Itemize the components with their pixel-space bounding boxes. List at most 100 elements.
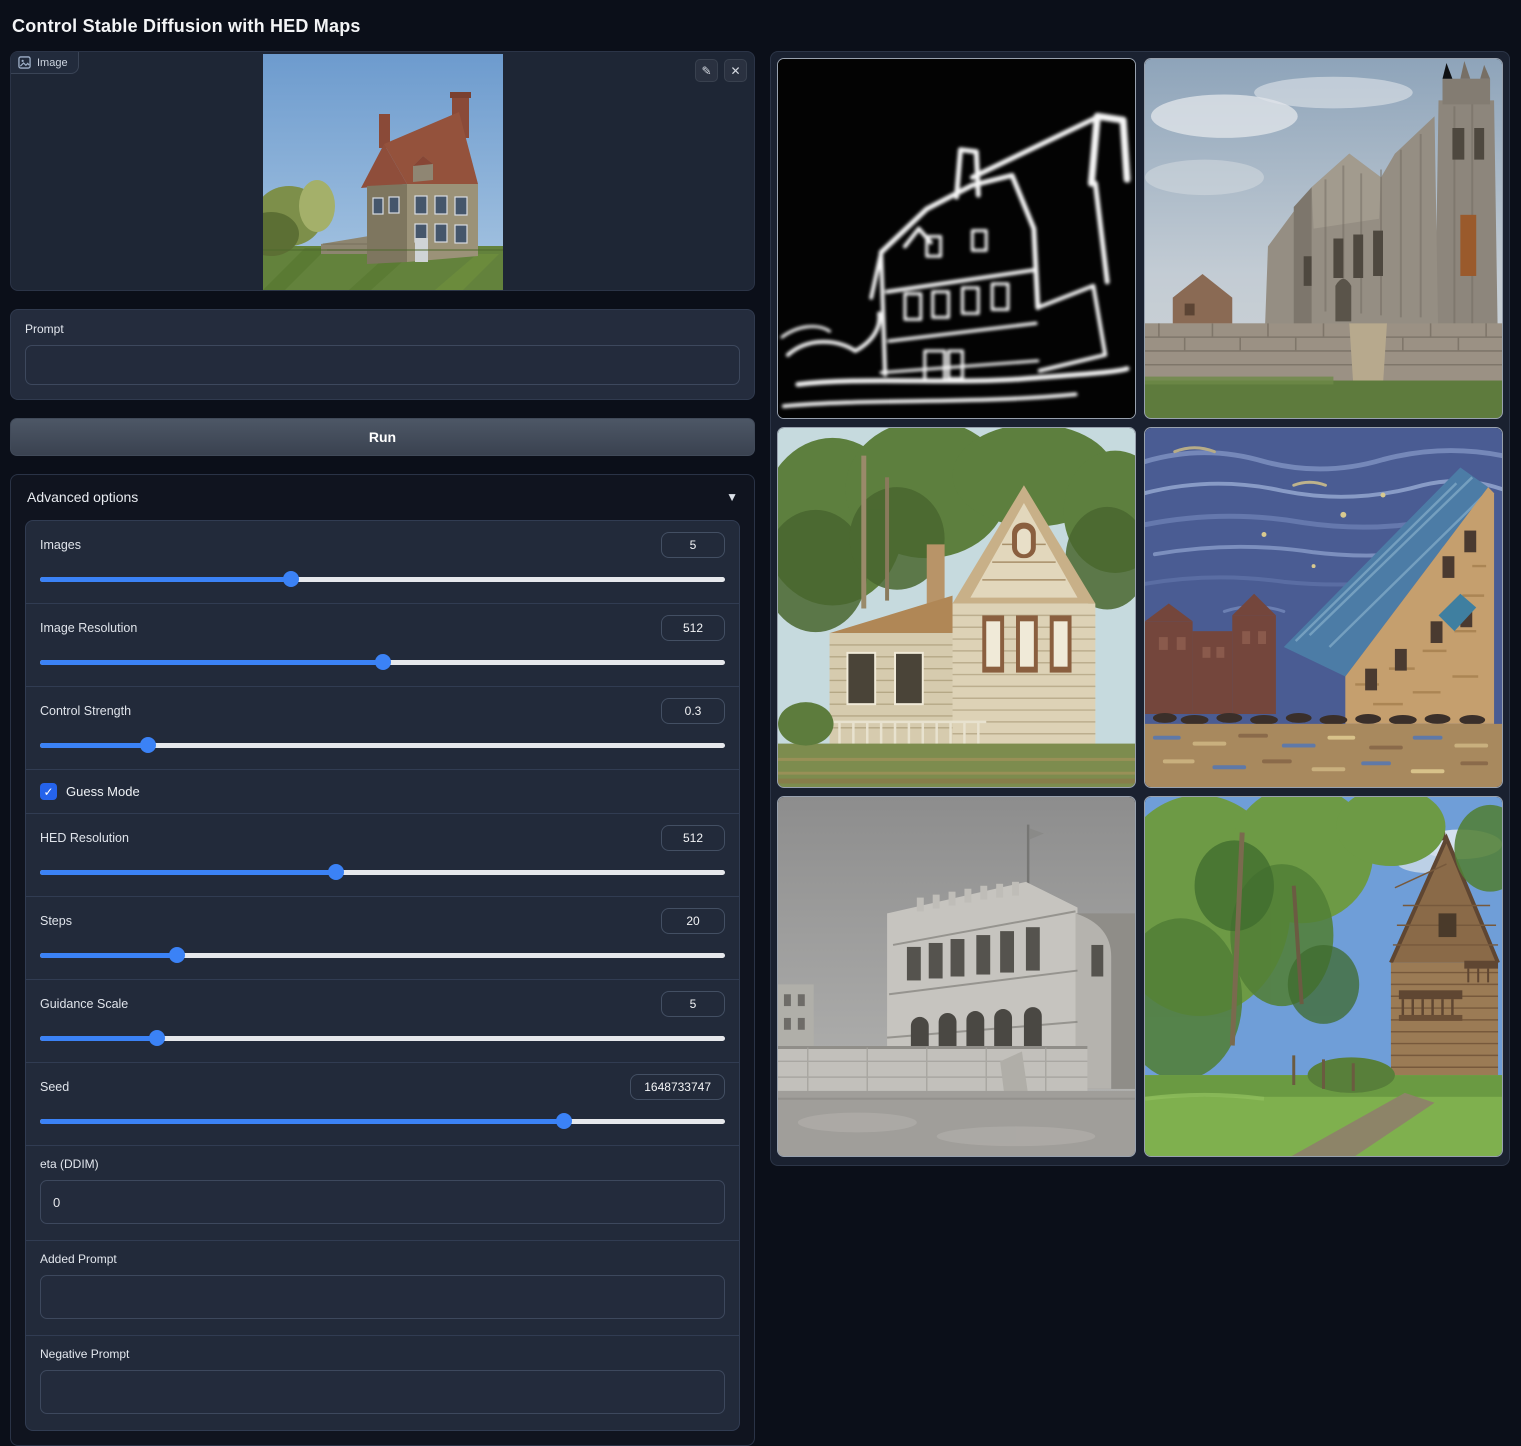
guidance-scale-label: Guidance Scale	[40, 997, 128, 1011]
hed-resolution-label: HED Resolution	[40, 831, 129, 845]
slider-thumb[interactable]	[169, 947, 185, 963]
slider-fill	[40, 953, 177, 958]
eta-label: eta (DDIM)	[40, 1157, 725, 1171]
guidance-scale-slider[interactable]	[40, 1030, 725, 1046]
slider-thumb[interactable]	[328, 864, 344, 880]
negative-prompt-input[interactable]	[40, 1370, 725, 1414]
image-actions: ✎ ✕	[695, 59, 747, 82]
slider-track	[40, 577, 725, 582]
image-resolution-label: Image Resolution	[40, 621, 137, 635]
images-slider[interactable]	[40, 571, 725, 587]
left-column: Image ✎ ✕	[10, 51, 755, 1446]
slider-row-seed: Seed 1648733747	[26, 1063, 739, 1146]
gallery-item-cathedral[interactable]	[1144, 58, 1503, 419]
chevron-down-icon: ▼	[726, 490, 738, 504]
slider-fill	[40, 743, 148, 748]
steps-value-input[interactable]: 20	[661, 908, 725, 934]
slider-row-steps: Steps 20	[26, 897, 739, 980]
slider-thumb[interactable]	[283, 571, 299, 587]
hed-resolution-slider[interactable]	[40, 864, 725, 880]
close-icon: ✕	[730, 65, 740, 77]
rustic-house-image	[1145, 797, 1502, 1156]
guess-mode-label: Guess Mode	[66, 784, 140, 799]
bw-building-image	[778, 797, 1135, 1156]
slider-track	[40, 660, 725, 665]
advanced-options-title: Advanced options	[27, 489, 138, 505]
wooden-house-image	[778, 428, 1135, 787]
run-button[interactable]: Run	[10, 418, 755, 456]
gallery-item-wooden-house[interactable]	[777, 427, 1136, 788]
steps-slider[interactable]	[40, 947, 725, 963]
edit-image-button[interactable]: ✎	[695, 59, 718, 82]
seed-label: Seed	[40, 1080, 69, 1094]
negative-prompt-label: Negative Prompt	[40, 1347, 725, 1361]
slider-row-hed-resolution: HED Resolution 512	[26, 814, 739, 897]
added-prompt-label: Added Prompt	[40, 1252, 725, 1266]
image-input-panel[interactable]: Image ✎ ✕	[10, 51, 755, 291]
impressionist-image	[1145, 428, 1502, 787]
slider-track	[40, 870, 725, 875]
page-title: Control Stable Diffusion with HED Maps	[10, 0, 1511, 51]
prompt-label: Prompt	[25, 322, 740, 336]
slider-track	[40, 1036, 725, 1041]
eta-row: eta (DDIM)	[26, 1146, 739, 1241]
added-prompt-input[interactable]	[40, 1275, 725, 1319]
slider-track	[40, 743, 725, 748]
check-icon: ✓	[43, 786, 53, 798]
slider-thumb[interactable]	[375, 654, 391, 670]
gallery-item-hed-map[interactable]	[777, 58, 1136, 419]
hed-resolution-value-input[interactable]: 512	[661, 825, 725, 851]
image-resolution-slider[interactable]	[40, 654, 725, 670]
slider-row-guidance-scale: Guidance Scale 5	[26, 980, 739, 1063]
gallery-item-rustic-house[interactable]	[1144, 796, 1503, 1157]
seed-slider[interactable]	[40, 1113, 725, 1129]
app: Control Stable Diffusion with HED Maps I…	[0, 0, 1521, 1446]
control-strength-label: Control Strength	[40, 704, 131, 718]
control-strength-value-input[interactable]: 0.3	[661, 698, 725, 724]
slider-fill	[40, 1036, 157, 1041]
eta-input[interactable]	[40, 1180, 725, 1224]
cathedral-image	[1145, 59, 1502, 418]
guidance-scale-value-input[interactable]: 5	[661, 991, 725, 1017]
images-value-input[interactable]: 5	[661, 532, 725, 558]
image-input-label: Image	[11, 52, 79, 74]
clear-image-button[interactable]: ✕	[724, 59, 747, 82]
slider-fill	[40, 660, 383, 665]
slider-row-image-resolution: Image Resolution 512	[26, 604, 739, 687]
slider-row-images: Images 5	[26, 521, 739, 604]
slider-track	[40, 953, 725, 958]
guess-mode-row: ✓ Guess Mode	[26, 770, 739, 814]
negative-prompt-row: Negative Prompt	[26, 1336, 739, 1430]
guess-mode-checkbox[interactable]: ✓	[40, 783, 57, 800]
uploaded-image[interactable]	[263, 54, 503, 290]
main-columns: Image ✎ ✕	[10, 51, 1511, 1446]
advanced-options-header[interactable]: Advanced options ▼	[25, 487, 740, 507]
image-input-label-text: Image	[37, 57, 68, 69]
added-prompt-row: Added Prompt	[26, 1241, 739, 1336]
result-gallery	[770, 51, 1510, 1166]
right-column	[770, 51, 1510, 1166]
slider-fill	[40, 1119, 564, 1124]
image-icon	[18, 56, 31, 69]
hed-map-image	[778, 59, 1135, 418]
gallery-item-impressionist[interactable]	[1144, 427, 1503, 788]
edit-icon: ✎	[701, 65, 711, 77]
slider-thumb[interactable]	[556, 1113, 572, 1129]
advanced-options-form: Images 5 Image	[25, 520, 740, 1431]
slider-track	[40, 1119, 725, 1124]
slider-fill	[40, 870, 336, 875]
slider-fill	[40, 577, 291, 582]
images-label: Images	[40, 538, 81, 552]
house-photo	[263, 54, 503, 290]
prompt-input[interactable]	[25, 345, 740, 385]
prompt-block: Prompt	[10, 309, 755, 400]
slider-thumb[interactable]	[149, 1030, 165, 1046]
gallery-item-bw-building[interactable]	[777, 796, 1136, 1157]
image-resolution-value-input[interactable]: 512	[661, 615, 725, 641]
slider-thumb[interactable]	[140, 737, 156, 753]
control-strength-slider[interactable]	[40, 737, 725, 753]
advanced-options-accordion: Advanced options ▼ Images 5	[10, 474, 755, 1446]
slider-row-control-strength: Control Strength 0.3	[26, 687, 739, 770]
seed-value-input[interactable]: 1648733747	[630, 1074, 725, 1100]
steps-label: Steps	[40, 914, 72, 928]
